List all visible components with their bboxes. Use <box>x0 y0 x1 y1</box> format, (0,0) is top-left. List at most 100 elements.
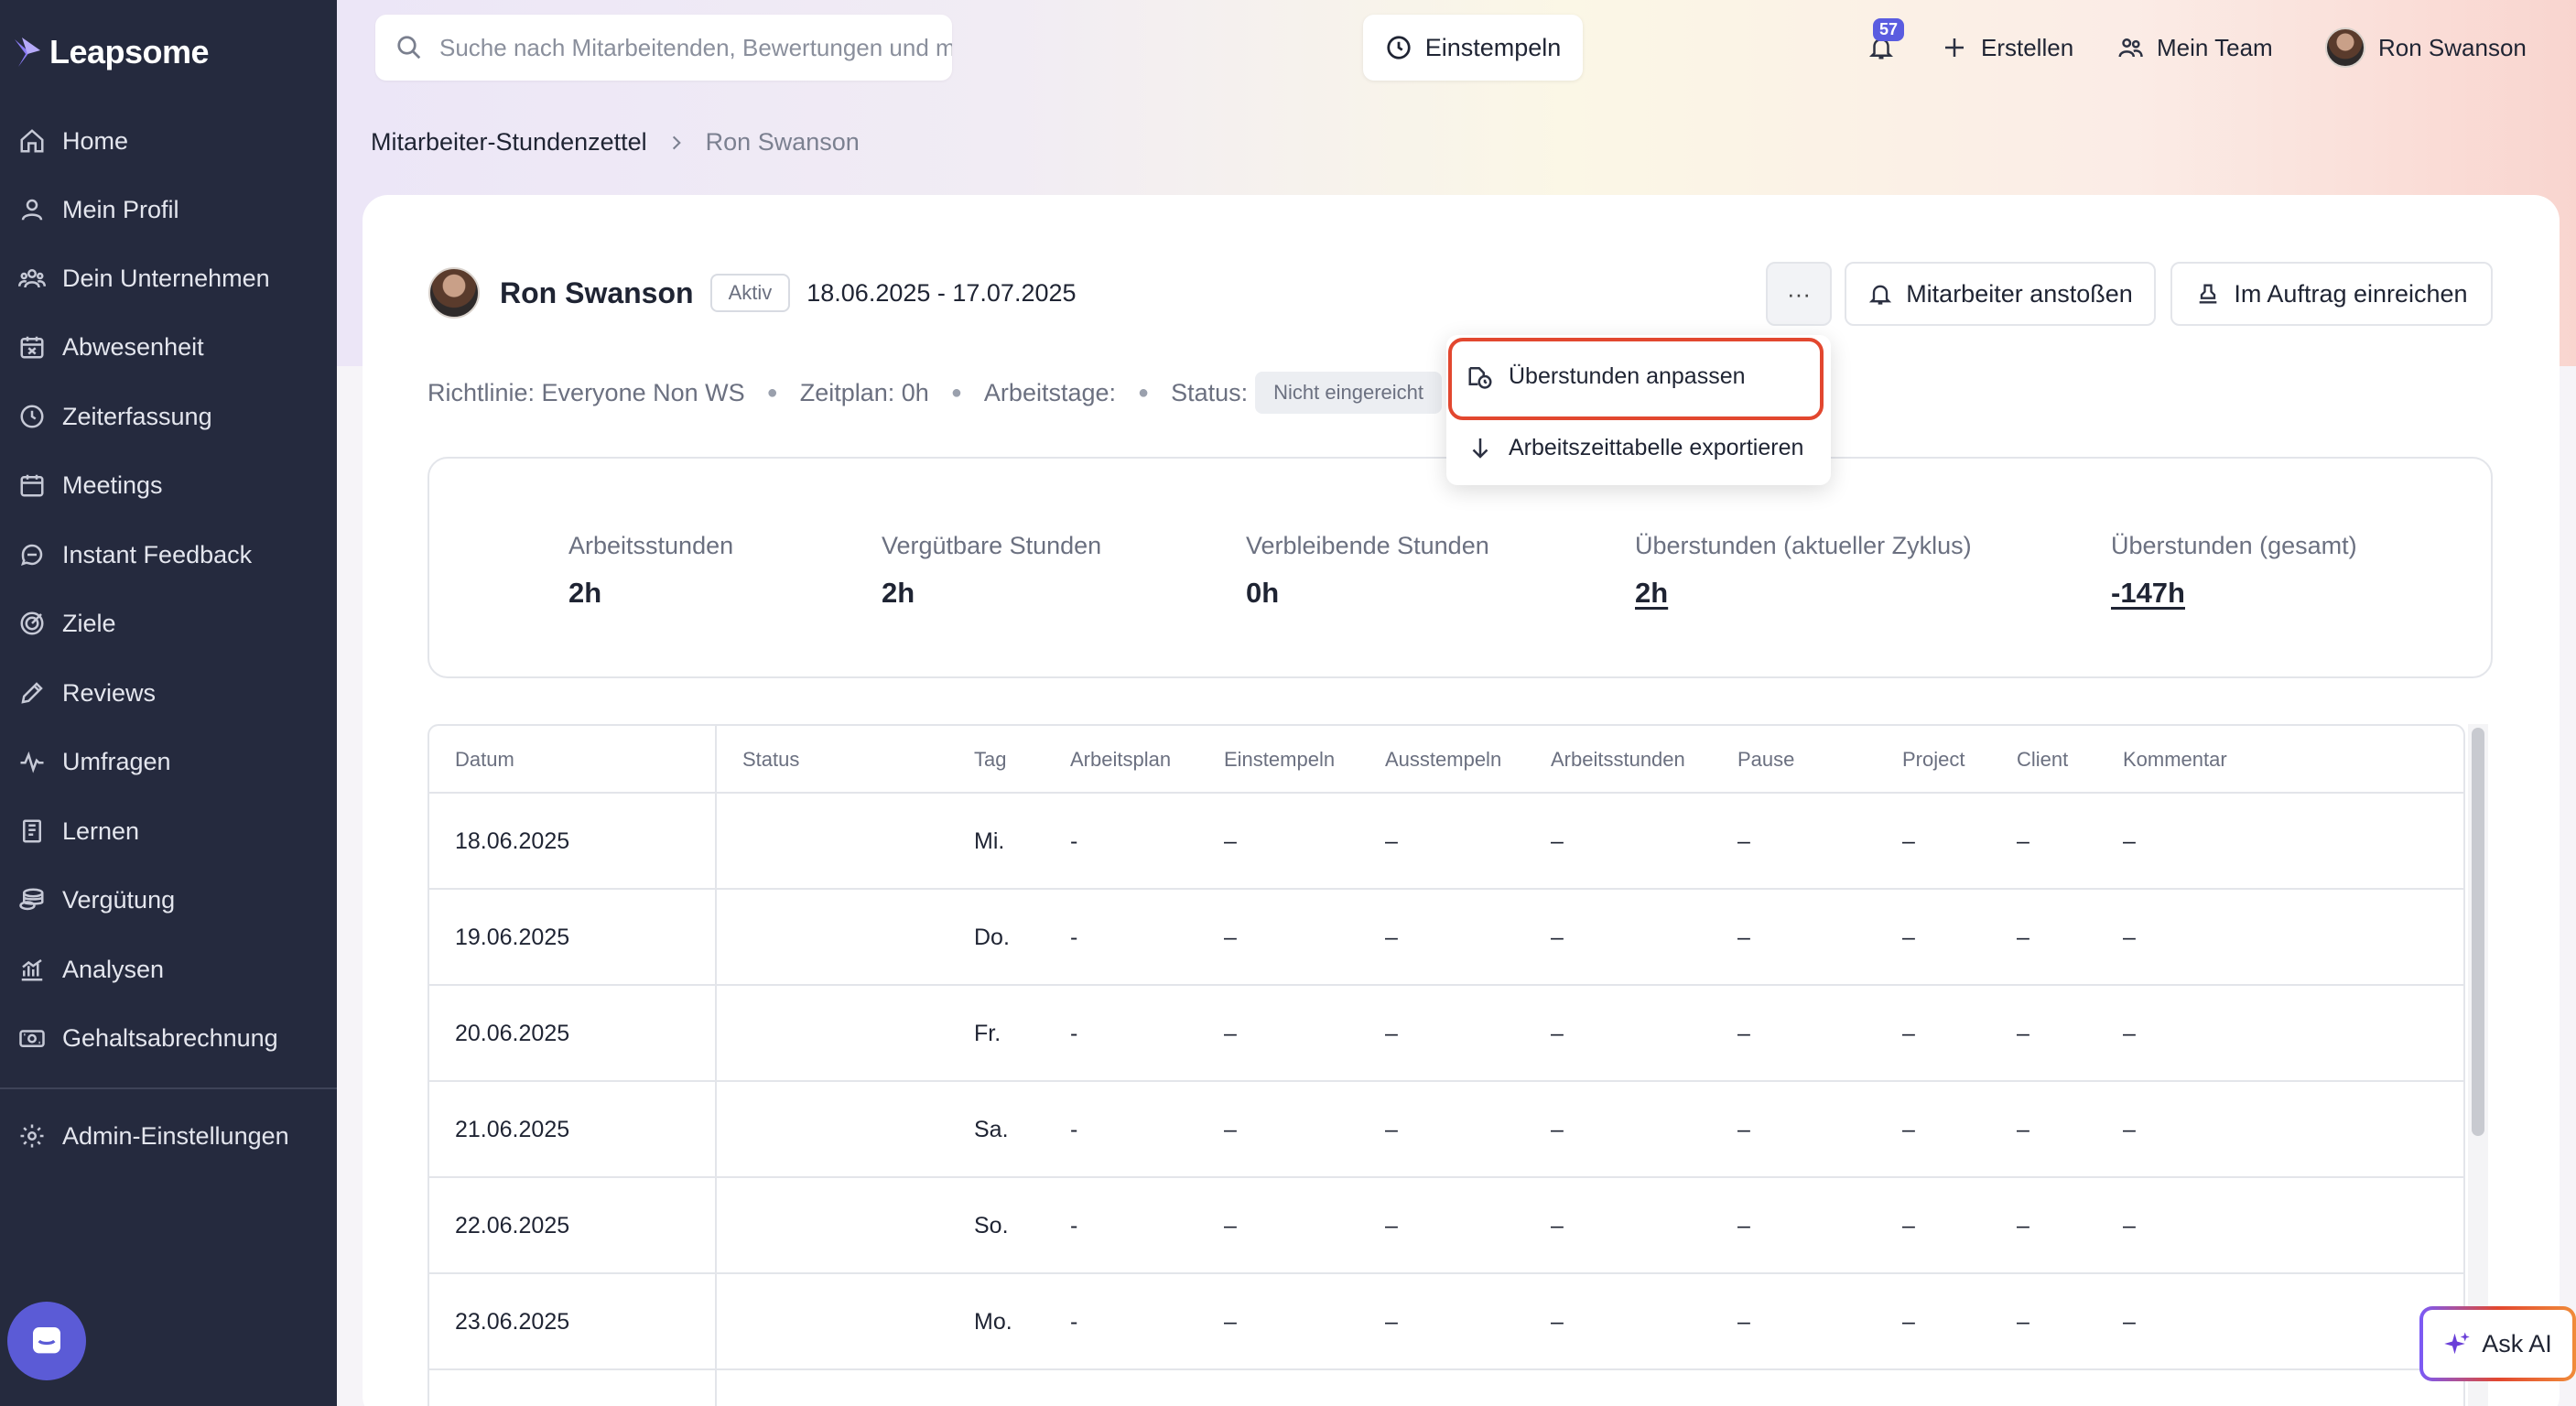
sidebar-item-zeiterfassung[interactable]: Zeiterfassung <box>0 391 337 442</box>
sidebar-item-meetings[interactable]: Meetings <box>0 460 337 511</box>
table-cell-date: 18.06.2025 <box>455 828 570 854</box>
table-cell-client: – <box>2017 925 2029 950</box>
employee-header: Ron Swanson Aktiv 18.06.2025 - 17.07.202… <box>428 267 1077 319</box>
column-header-project[interactable]: Project <box>1902 726 1964 794</box>
leapsome-logo-icon <box>15 38 40 67</box>
sidebar-item-analysen[interactable]: Analysen <box>0 944 337 995</box>
menu-item-adjust-overtime[interactable]: Überstunden anpassen <box>1446 344 1831 408</box>
more-options-button[interactable]: ··· <box>1766 262 1832 326</box>
sidebar-item-label: Mein Profil <box>62 195 179 223</box>
nudge-employee-button[interactable]: Mitarbeiter anstoßen <box>1845 262 2156 326</box>
table-cell-pause: – <box>1737 925 1750 950</box>
column-header-pause[interactable]: Pause <box>1737 726 1794 794</box>
column-header-kommentar[interactable]: Kommentar <box>2123 726 2227 794</box>
sidebar-item-gehaltsabrechnung[interactable]: Gehaltsabrechnung <box>0 1012 337 1064</box>
stat-label: Überstunden (aktueller Zyklus) <box>1635 532 1972 559</box>
table-row[interactable]: 23.06.2025 Mo. - – – – – – – – <box>429 1274 2463 1370</box>
policy-text: Richtlinie: Everyone Non WS <box>428 378 745 406</box>
column-header-arbeitsplan[interactable]: Arbeitsplan <box>1070 726 1171 794</box>
table-cell-out: – <box>1385 925 1398 950</box>
timesheet-meta: Richtlinie: Everyone Non WS ● Zeitplan: … <box>428 372 1443 414</box>
table-cell-plan: - <box>1070 925 1078 950</box>
table-row[interactable]: 20.06.2025 Fr. - – – – – – – – <box>429 986 2463 1082</box>
sparkle-icon <box>2444 1332 2470 1355</box>
sidebar-divider <box>0 1087 337 1089</box>
table-cell-day: Mi. <box>974 828 1005 854</box>
sidebar-item-label: Vergütung <box>62 885 176 914</box>
menu-item-label: Arbeitszeittabelle exportieren <box>1509 434 1804 460</box>
overtime-cycle-link[interactable]: 2h <box>1635 577 1972 610</box>
leapsome-logo[interactable]: Leapsome <box>13 33 210 71</box>
clock-in-button[interactable]: Einstempeln <box>1363 15 1583 81</box>
table-scrollbar-thumb[interactable] <box>2472 728 2484 1136</box>
table-cell-project: – <box>1902 925 1915 950</box>
submission-status-badge: Nicht eingereicht <box>1255 372 1443 414</box>
sidebar-item-label: Meetings <box>62 470 163 499</box>
stat-label: Verbleibende Stunden <box>1246 532 1489 559</box>
status-badge: Aktiv <box>709 274 791 312</box>
column-header-datum[interactable]: Datum <box>455 726 514 794</box>
sidebar-item-label: Home <box>62 126 129 155</box>
table-cell-pause: – <box>1737 1309 1750 1335</box>
overtime-total-link[interactable]: -147h <box>2111 577 2357 610</box>
stat-overtime-total: Überstunden (gesamt) -147h <box>2111 532 2357 610</box>
my-team-button[interactable]: Mein Team <box>2116 24 2273 71</box>
sidebar-item-lernen[interactable]: Lernen <box>0 806 337 857</box>
table-cell-hours: – <box>1551 828 1564 854</box>
sidebar-item-mein-profil[interactable]: Mein Profil <box>0 184 337 235</box>
table-cell-in: – <box>1224 1021 1237 1046</box>
stat-value: 2h <box>568 577 602 609</box>
create-button[interactable]: Erstellen <box>1941 24 2073 71</box>
sidebar-item-label: Abwesenheit <box>62 332 204 361</box>
column-header-status[interactable]: Status <box>742 726 799 794</box>
date-range: 18.06.2025 - 17.07.2025 <box>806 278 1077 307</box>
stat-value: 0h <box>1246 577 1280 609</box>
sidebar-item-verguetung[interactable]: Vergütung <box>0 874 337 925</box>
sidebar-item-label: Lernen <box>62 817 140 845</box>
breadcrumb-parent-link[interactable]: Mitarbeiter-Stundenzettel <box>371 128 647 157</box>
user-menu-button[interactable]: Ron Swanson <box>2325 24 2527 71</box>
column-header-einstempeln[interactable]: Einstempeln <box>1224 726 1335 794</box>
arrow-down-icon <box>1472 438 1488 459</box>
book-icon <box>23 819 41 843</box>
ask-ai-label: Ask AI <box>2482 1329 2552 1357</box>
search-bar[interactable] <box>375 15 952 81</box>
table-row[interactable]: 18.06.2025 Mi. - – – – – – – – <box>429 794 2463 890</box>
status-label: Status: <box>1171 378 1249 406</box>
sidebar-item-instant-feedback[interactable]: Instant Feedback <box>0 529 337 580</box>
sidebar-item-umfragen[interactable]: Umfragen <box>0 736 337 787</box>
home-icon <box>20 129 44 153</box>
sidebar-item-ziele[interactable]: Ziele <box>0 598 337 649</box>
menu-item-export-timesheet[interactable]: Arbeitszeittabelle exportieren <box>1446 416 1831 480</box>
table-cell-out: – <box>1385 1117 1398 1142</box>
sidebar-item-home[interactable]: Home <box>0 115 337 167</box>
bell-icon <box>1869 285 1892 305</box>
calendar-icon <box>20 474 44 497</box>
stats-summary: Arbeitsstunden 2h Vergütbare Stunden 2h … <box>428 457 2493 678</box>
table-row[interactable]: 22.06.2025 So. - – – – – – – – <box>429 1178 2463 1274</box>
user-icon <box>21 199 43 221</box>
ask-ai-button[interactable]: Ask AI <box>2419 1306 2576 1381</box>
more-icon: ··· <box>1787 279 1811 308</box>
column-header-tag[interactable]: Tag <box>974 726 1006 794</box>
sidebar-item-abwesenheit[interactable]: Abwesenheit <box>0 321 337 373</box>
sidebar-item-admin-einstellungen[interactable]: Admin-Einstellungen <box>0 1110 337 1162</box>
table-cell-hours: – <box>1551 1021 1564 1046</box>
sidebar-item-reviews[interactable]: Reviews <box>0 667 337 719</box>
chat-launcher-button[interactable] <box>7 1302 86 1380</box>
search-input[interactable] <box>439 33 952 62</box>
column-header-client[interactable]: Client <box>2017 726 2068 794</box>
table-cell-client: – <box>2017 1213 2029 1238</box>
table-row[interactable]: 19.06.2025 Do. - – – – – – – – <box>429 890 2463 986</box>
table-row[interactable]: 21.06.2025 Sa. - – – – – – – – <box>429 1082 2463 1178</box>
column-header-arbeitsstunden[interactable]: Arbeitsstunden <box>1551 726 1685 794</box>
table-cell-in: – <box>1224 1309 1237 1335</box>
table-cell-hours: – <box>1551 925 1564 950</box>
sidebar-item-dein-unternehmen[interactable]: Dein Unternehmen <box>0 253 337 304</box>
table-cell-comment: – <box>2123 828 2136 854</box>
stat-label: Arbeitsstunden <box>568 532 734 559</box>
column-header-ausstempeln[interactable]: Ausstempeln <box>1385 726 1501 794</box>
clock-edit-icon <box>1468 367 1492 389</box>
table-cell-comment: – <box>2123 1117 2136 1142</box>
submit-on-behalf-button[interactable]: Im Auftrag einreichen <box>2170 262 2493 326</box>
